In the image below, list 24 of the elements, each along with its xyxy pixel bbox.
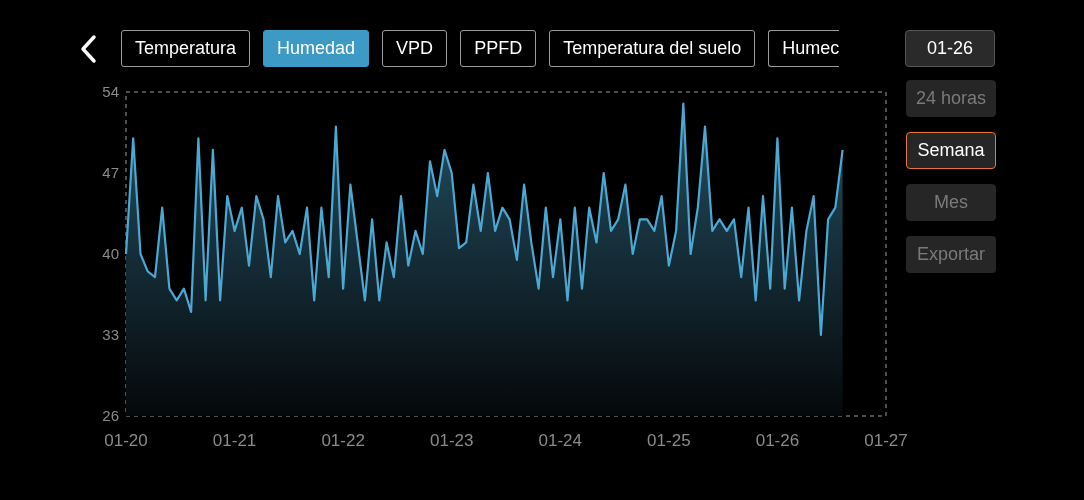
x-tick-label: 01-21 bbox=[212, 431, 257, 450]
y-tick-label: 40 bbox=[102, 245, 119, 262]
range-button[interactable]: Semana bbox=[906, 132, 996, 169]
x-tick-label: 01-26 bbox=[755, 431, 800, 450]
x-tick-label: 01-27 bbox=[864, 431, 908, 450]
range-button[interactable]: Mes bbox=[906, 184, 996, 221]
date-button[interactable]: 01-26 bbox=[905, 30, 995, 67]
x-tick-label: 01-23 bbox=[429, 431, 474, 450]
y-tick-label: 33 bbox=[102, 326, 119, 343]
x-tick-label: 01-22 bbox=[321, 431, 365, 450]
y-tick-label: 47 bbox=[102, 164, 119, 181]
y-tick-label: 26 bbox=[102, 407, 119, 424]
back-icon[interactable] bbox=[78, 33, 98, 64]
tab[interactable]: PPFD bbox=[460, 30, 537, 67]
tab[interactable]: Temperatura bbox=[121, 30, 251, 67]
tab[interactable]: Temperatura del suelo bbox=[549, 30, 756, 67]
x-tick-label: 01-24 bbox=[538, 431, 583, 450]
tab[interactable]: Humec bbox=[768, 30, 840, 67]
x-tick-label: 01-20 bbox=[104, 431, 148, 450]
tab[interactable]: VPD bbox=[382, 30, 448, 67]
export-button[interactable]: Exportar bbox=[906, 236, 996, 273]
y-tick-label: 54 bbox=[102, 83, 119, 100]
range-button[interactable]: 24 horas bbox=[906, 80, 996, 117]
x-tick-label: 01-25 bbox=[647, 431, 691, 450]
